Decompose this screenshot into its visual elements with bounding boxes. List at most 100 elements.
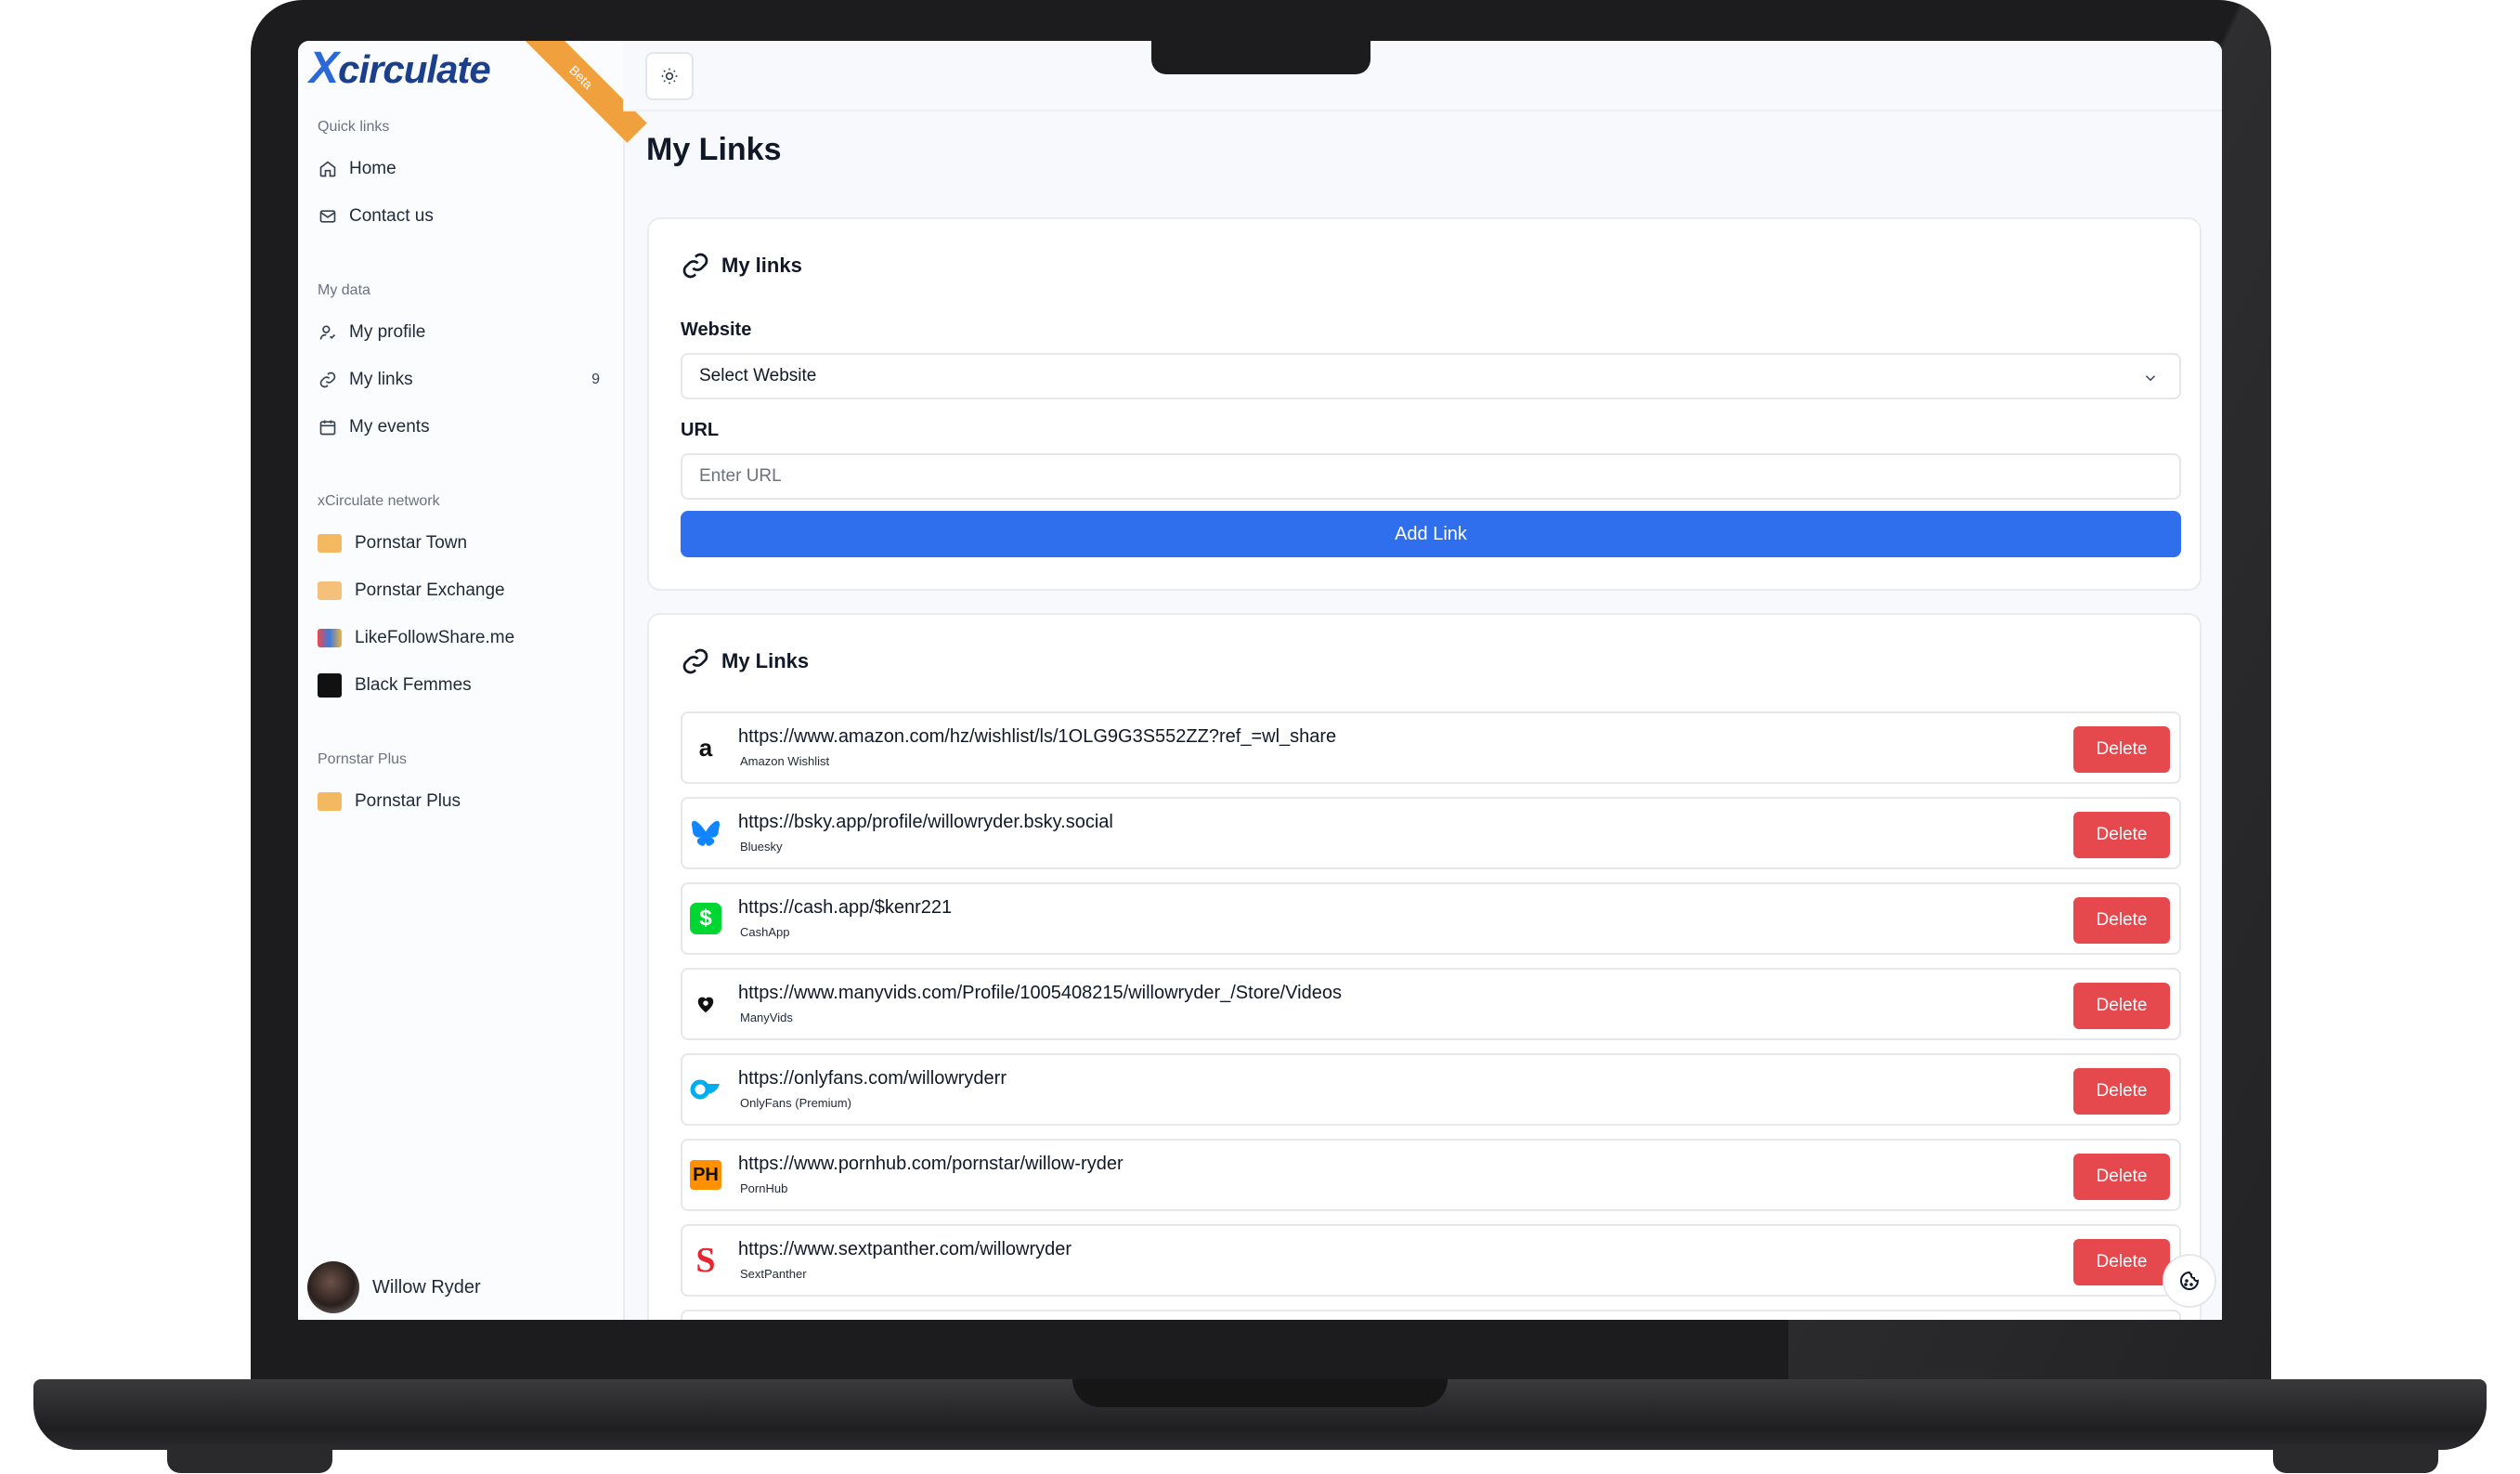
sun-icon: [661, 68, 678, 85]
sidebar: Xcirculate Beta Quick links Home Contact…: [298, 41, 647, 1320]
sidebar-item-label: My links: [349, 370, 413, 389]
delete-button[interactable]: Delete: [2073, 1239, 2170, 1285]
link-url[interactable]: https://www.pornhub.com/pornstar/willow-…: [738, 1154, 1124, 1175]
link-icon: [681, 251, 710, 280]
network-label: xCirculate network: [318, 493, 440, 509]
bluesky-butterfly-icon: [690, 817, 721, 849]
delete-button[interactable]: Delete: [2073, 726, 2170, 773]
link-row: $ https://cash.app/$kenr221 CashApp Dele…: [681, 882, 2181, 955]
sidebar-item-label: Contact us: [349, 206, 434, 226]
delete-button[interactable]: Delete: [2073, 897, 2170, 944]
website-label: Website: [681, 320, 752, 340]
add-link-button[interactable]: Add Link: [681, 511, 2181, 557]
link-url[interactable]: https://www.sextpanther.com/willowryder: [738, 1239, 1072, 1260]
sidebar-item-pornstar-plus[interactable]: Pornstar Plus: [318, 783, 605, 820]
theme-toggle-button[interactable]: [645, 52, 694, 100]
user-icon: [318, 322, 338, 343]
cookie-icon: [2180, 1271, 2200, 1290]
avatar: [307, 1261, 359, 1313]
add-link-card: My links Website Select Website URL Add …: [647, 217, 2202, 591]
link-row-partial: Delete: [681, 1310, 2181, 1320]
user-name: Willow Ryder: [372, 1276, 481, 1298]
pornstar-town-logo: [318, 534, 342, 553]
quick-links-label: Quick links: [318, 119, 390, 135]
sidebar-item-label: Pornstar Plus: [355, 791, 461, 811]
onlyfans-icon: [690, 1074, 721, 1105]
url-input[interactable]: [681, 453, 2181, 500]
black-femmes-logo: [318, 673, 342, 698]
links-count-badge: 9: [591, 372, 600, 387]
sidebar-item-my-links[interactable]: My links 9: [318, 361, 605, 398]
chevron-down-icon: [2142, 370, 2159, 392]
xcirculate-logo[interactable]: Xcirculate: [309, 43, 491, 94]
website-select-value: Select Website: [699, 366, 817, 385]
sextpanther-icon: S: [695, 1241, 716, 1280]
delete-button[interactable]: Delete: [2073, 812, 2170, 858]
manyvids-icon: [690, 988, 721, 1020]
links-list-card: My Links a https://www.amazon.com/hz/wis…: [647, 613, 2202, 1320]
mail-icon: [318, 206, 338, 227]
link-site-name: PornHub: [740, 1181, 788, 1195]
link-icon: [318, 370, 338, 390]
sidebar-item-likefollowshare[interactable]: LikeFollowShare.me: [318, 620, 605, 657]
link-site-name: ManyVids: [740, 1011, 793, 1024]
sidebar-item-home[interactable]: Home: [318, 150, 605, 188]
laptop-foot-left: [167, 1445, 332, 1473]
pornhub-icon: PH: [690, 1159, 721, 1191]
link-url[interactable]: https://onlyfans.com/willowryderr: [738, 1068, 1007, 1089]
sidebar-item-label: Pornstar Exchange: [355, 580, 505, 600]
link-row: https://bsky.app/profile/willowryder.bsk…: [681, 797, 2181, 869]
sidebar-item-pornstar-exchange[interactable]: Pornstar Exchange: [318, 572, 605, 609]
link-row: https://onlyfans.com/willowryderr OnlyFa…: [681, 1053, 2181, 1126]
link-row: PH https://www.pornhub.com/pornstar/will…: [681, 1139, 2181, 1211]
cookie-settings-button[interactable]: [2163, 1254, 2216, 1308]
link-site-name: CashApp: [740, 925, 790, 939]
link-url[interactable]: https://www.amazon.com/hz/wishlist/ls/1O…: [738, 726, 1336, 748]
link-icon: [681, 646, 710, 676]
cashapp-icon: $: [690, 903, 721, 934]
amazon-icon: a: [698, 733, 713, 762]
sidebar-item-black-femmes[interactable]: Black Femmes: [318, 667, 605, 704]
sidebar-item-label: Black Femmes: [355, 675, 472, 695]
pornstar-plus-logo: [318, 792, 342, 811]
sidebar-item-my-events[interactable]: My events: [318, 409, 605, 446]
sidebar-item-label: My events: [349, 417, 430, 437]
sidebar-item-label: My profile: [349, 322, 426, 342]
delete-button[interactable]: Delete: [2073, 1068, 2170, 1115]
likefollowshare-logo: [318, 629, 342, 647]
links-list-title: My Links: [681, 646, 809, 676]
url-label: URL: [681, 420, 720, 440]
page-title: My Links: [646, 132, 782, 167]
top-bar: [623, 41, 2222, 111]
pornstar-plus-label: Pornstar Plus: [318, 751, 408, 767]
home-icon: [318, 159, 338, 179]
sidebar-item-pornstar-town[interactable]: Pornstar Town: [318, 525, 605, 562]
link-site-name: Amazon Wishlist: [740, 754, 830, 768]
link-url[interactable]: https://bsky.app/profile/willowryder.bsk…: [738, 812, 1113, 833]
pornstar-exchange-logo: [318, 581, 342, 600]
website-select[interactable]: Select Website: [681, 353, 2181, 399]
sidebar-item-label: Home: [349, 159, 396, 178]
link-url[interactable]: https://www.manyvids.com/Profile/1005408…: [738, 983, 1342, 1004]
link-site-name: SextPanther: [740, 1267, 807, 1281]
user-menu[interactable]: Willow Ryder: [307, 1261, 481, 1313]
link-site-name: OnlyFans (Premium): [740, 1096, 851, 1110]
link-row: S https://www.sextpanther.com/willowryde…: [681, 1224, 2181, 1297]
laptop-base-notch: [1072, 1379, 1448, 1407]
delete-button[interactable]: Delete: [2073, 983, 2170, 1029]
camera-notch: [1151, 35, 1370, 74]
link-row: a https://www.amazon.com/hz/wishlist/ls/…: [681, 711, 2181, 784]
sidebar-item-my-profile[interactable]: My profile: [318, 314, 605, 351]
link-site-name: Bluesky: [740, 840, 783, 854]
sidebar-item-contact[interactable]: Contact us: [318, 198, 605, 235]
screen: Xcirculate Beta Quick links Home Contact…: [298, 41, 2222, 1320]
add-link-card-title: My links: [681, 251, 802, 280]
sidebar-item-label: LikeFollowShare.me: [355, 628, 515, 647]
link-row: https://www.manyvids.com/Profile/1005408…: [681, 968, 2181, 1040]
sidebar-item-label: Pornstar Town: [355, 533, 468, 553]
laptop-foot-right: [2273, 1445, 2438, 1473]
calendar-icon: [318, 417, 338, 437]
delete-button[interactable]: Delete: [2073, 1154, 2170, 1200]
my-data-label: My data: [318, 282, 370, 298]
link-url[interactable]: https://cash.app/$kenr221: [738, 897, 952, 919]
